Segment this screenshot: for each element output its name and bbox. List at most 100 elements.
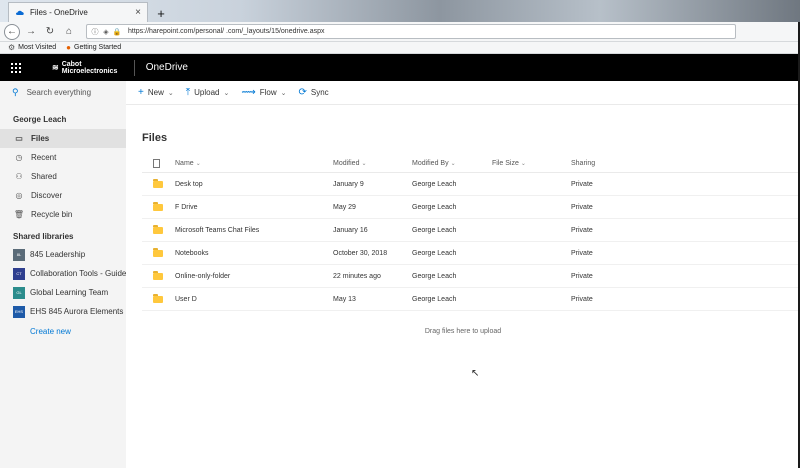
create-new-link[interactable]: Create new: [0, 321, 126, 336]
table-row[interactable]: Desk top January 9 George Leach Private: [142, 173, 800, 196]
sync-icon: ⟳: [298, 87, 307, 98]
home-button[interactable]: ⌂: [61, 24, 77, 40]
logo-line-1: Cabot: [61, 60, 82, 68]
new-button[interactable]: + New ⌄: [138, 87, 174, 98]
name-cell[interactable]: Notebooks: [175, 250, 333, 257]
library-badge: CT: [13, 267, 25, 280]
reload-button[interactable]: ↻: [42, 24, 58, 40]
reload-icon: ↻: [45, 26, 55, 37]
modified-by-column-header[interactable]: Modified By ⌄: [412, 160, 492, 167]
user-name: George Leach: [13, 115, 67, 124]
forward-arrow-icon: →: [26, 26, 36, 37]
tab-title: Files - OneDrive: [30, 8, 88, 17]
clock-icon: ◷: [15, 153, 23, 162]
modified-cell: January 16: [333, 226, 368, 234]
tab-close-icon[interactable]: ×: [135, 7, 141, 18]
modified-cell: October 30, 2018: [333, 249, 388, 257]
upload-icon: ⤒: [185, 87, 191, 98]
firefox-icon: ●: [66, 43, 72, 52]
app-launcher-button[interactable]: [0, 54, 32, 81]
upload-label: Upload: [194, 88, 220, 97]
people-icon: ⚇: [15, 172, 23, 181]
modified-cell: January 9: [333, 180, 364, 188]
library-ehs-845-aurora[interactable]: EHS EHS 845 Aurora Elements: [0, 302, 126, 321]
library-label: EHS 845 Aurora Elements: [30, 307, 124, 316]
list-header: Name ⌄ Modified ⌄ Modified By ⌄ File Size ⌄ …: [142, 155, 800, 173]
table-row[interactable]: F Drive May 29 George Leach Private: [142, 196, 800, 219]
table-row[interactable]: Notebooks October 30, 2018 George Leach …: [142, 242, 800, 265]
library-global-learning-team[interactable]: GL Global Learning Team: [0, 283, 126, 302]
bookmark-label: Getting Started: [74, 44, 122, 51]
plus-icon: +: [138, 87, 144, 98]
info-icon: ⓘ: [91, 28, 99, 36]
modified-by-cell: George Leach: [412, 203, 457, 211]
name-cell[interactable]: F Drive: [175, 204, 333, 211]
sync-button[interactable]: ⟳ Sync: [299, 87, 329, 98]
name-cell[interactable]: Desk top: [175, 181, 333, 188]
app-name-link[interactable]: OneDrive: [146, 62, 188, 73]
table-row[interactable]: Online-only-folder 22 minutes ago George…: [142, 265, 800, 288]
folder-icon: [153, 270, 163, 280]
shared-libraries-heading: Shared libraries: [13, 232, 74, 241]
file-size-column-header[interactable]: File Size ⌄: [492, 160, 571, 167]
chevron-down-icon: ⌄: [167, 89, 174, 97]
name-cell[interactable]: Microsoft Teams Chat Files: [175, 227, 333, 234]
nav-label: Recycle bin: [31, 210, 73, 219]
folder-cell: [142, 201, 175, 211]
forward-button[interactable]: →: [23, 24, 39, 40]
sharing-cell: Private: [571, 226, 593, 234]
main-content: Files Name ⌄ Modified ⌄ Modified By ⌄ File …: [126, 105, 800, 468]
back-button[interactable]: ←: [4, 23, 20, 40]
chevron-down-icon: ⌄: [520, 161, 526, 167]
table-row[interactable]: User D May 13 George Leach Private: [142, 288, 800, 311]
name-column-header[interactable]: Name ⌄: [175, 160, 333, 167]
table-row[interactable]: Microsoft Teams Chat Files January 16 Ge…: [142, 219, 800, 242]
bookmark-getting-started[interactable]: ● Getting Started: [66, 43, 121, 52]
sharing-column-header[interactable]: Sharing: [571, 160, 671, 167]
upload-button[interactable]: ⤒ Upload ⌄: [186, 87, 230, 98]
company-logo[interactable]: ≋ Cabot Microelectronics: [52, 60, 117, 75]
back-arrow-icon: ←: [7, 26, 17, 37]
flow-button[interactable]: ⟿ Flow ⌄: [241, 87, 286, 98]
bookmark-most-visited[interactable]: ⚙ Most Visited: [8, 43, 56, 52]
search-box[interactable]: ⚲ Search everything: [0, 80, 126, 105]
browser-tab-onedrive[interactable]: Files - OneDrive ×: [8, 2, 148, 22]
folder-cell: [142, 247, 175, 257]
nav-item-recycle-bin[interactable]: 🗑 Recycle bin: [0, 205, 126, 224]
folder-icon: [153, 247, 163, 257]
drop-zone-hint[interactable]: Drag files here to upload: [126, 328, 800, 335]
logo-mark-icon: ≋: [52, 63, 59, 72]
modified-column-header[interactable]: Modified ⌄: [333, 160, 412, 167]
nav-item-files[interactable]: ▭ Files: [0, 129, 126, 148]
library-collaboration-tools[interactable]: CT Collaboration Tools - Guide: [0, 264, 126, 283]
column-label: Name: [175, 160, 194, 167]
nav-item-recent[interactable]: ◷ Recent: [0, 148, 126, 167]
gear-icon: ⚙: [8, 43, 16, 52]
nav-item-discover[interactable]: ◎ Discover: [0, 186, 126, 205]
column-label: File Size: [492, 160, 519, 167]
folder-cell: [142, 270, 175, 280]
search-placeholder: Search everything: [26, 88, 92, 97]
modified-by-cell: George Leach: [412, 180, 457, 188]
name-cell[interactable]: User D: [175, 296, 333, 303]
logo-line-2: Microelectronics: [61, 67, 118, 75]
bookmarks-toolbar: ⚙ Most Visited ● Getting Started: [0, 42, 800, 54]
bookmark-label: Most Visited: [18, 44, 57, 51]
file-type-header[interactable]: [142, 159, 175, 168]
document-icon: [153, 159, 160, 168]
chevron-down-icon: ⌄: [280, 89, 287, 97]
name-cell[interactable]: Online-only-folder: [175, 273, 333, 280]
trash-icon: 🗑: [13, 210, 25, 219]
new-tab-button[interactable]: +: [152, 4, 170, 22]
folder-icon: [153, 224, 163, 234]
sharing-cell: Private: [571, 180, 593, 188]
nav-label: Shared: [31, 172, 57, 181]
library-845-leadership[interactable]: 8L 845 Leadership: [0, 245, 126, 264]
nav-label: Discover: [31, 191, 63, 200]
column-label: Modified By: [412, 160, 449, 167]
sync-label: Sync: [310, 88, 329, 97]
waffle-icon: [11, 62, 21, 73]
address-bar[interactable]: ⓘ ◈ 🔒 https://harepoint.com/personal/ .c…: [86, 24, 736, 39]
modified-by-cell: George Leach: [412, 272, 457, 280]
nav-item-shared[interactable]: ⚇ Shared: [0, 167, 126, 186]
